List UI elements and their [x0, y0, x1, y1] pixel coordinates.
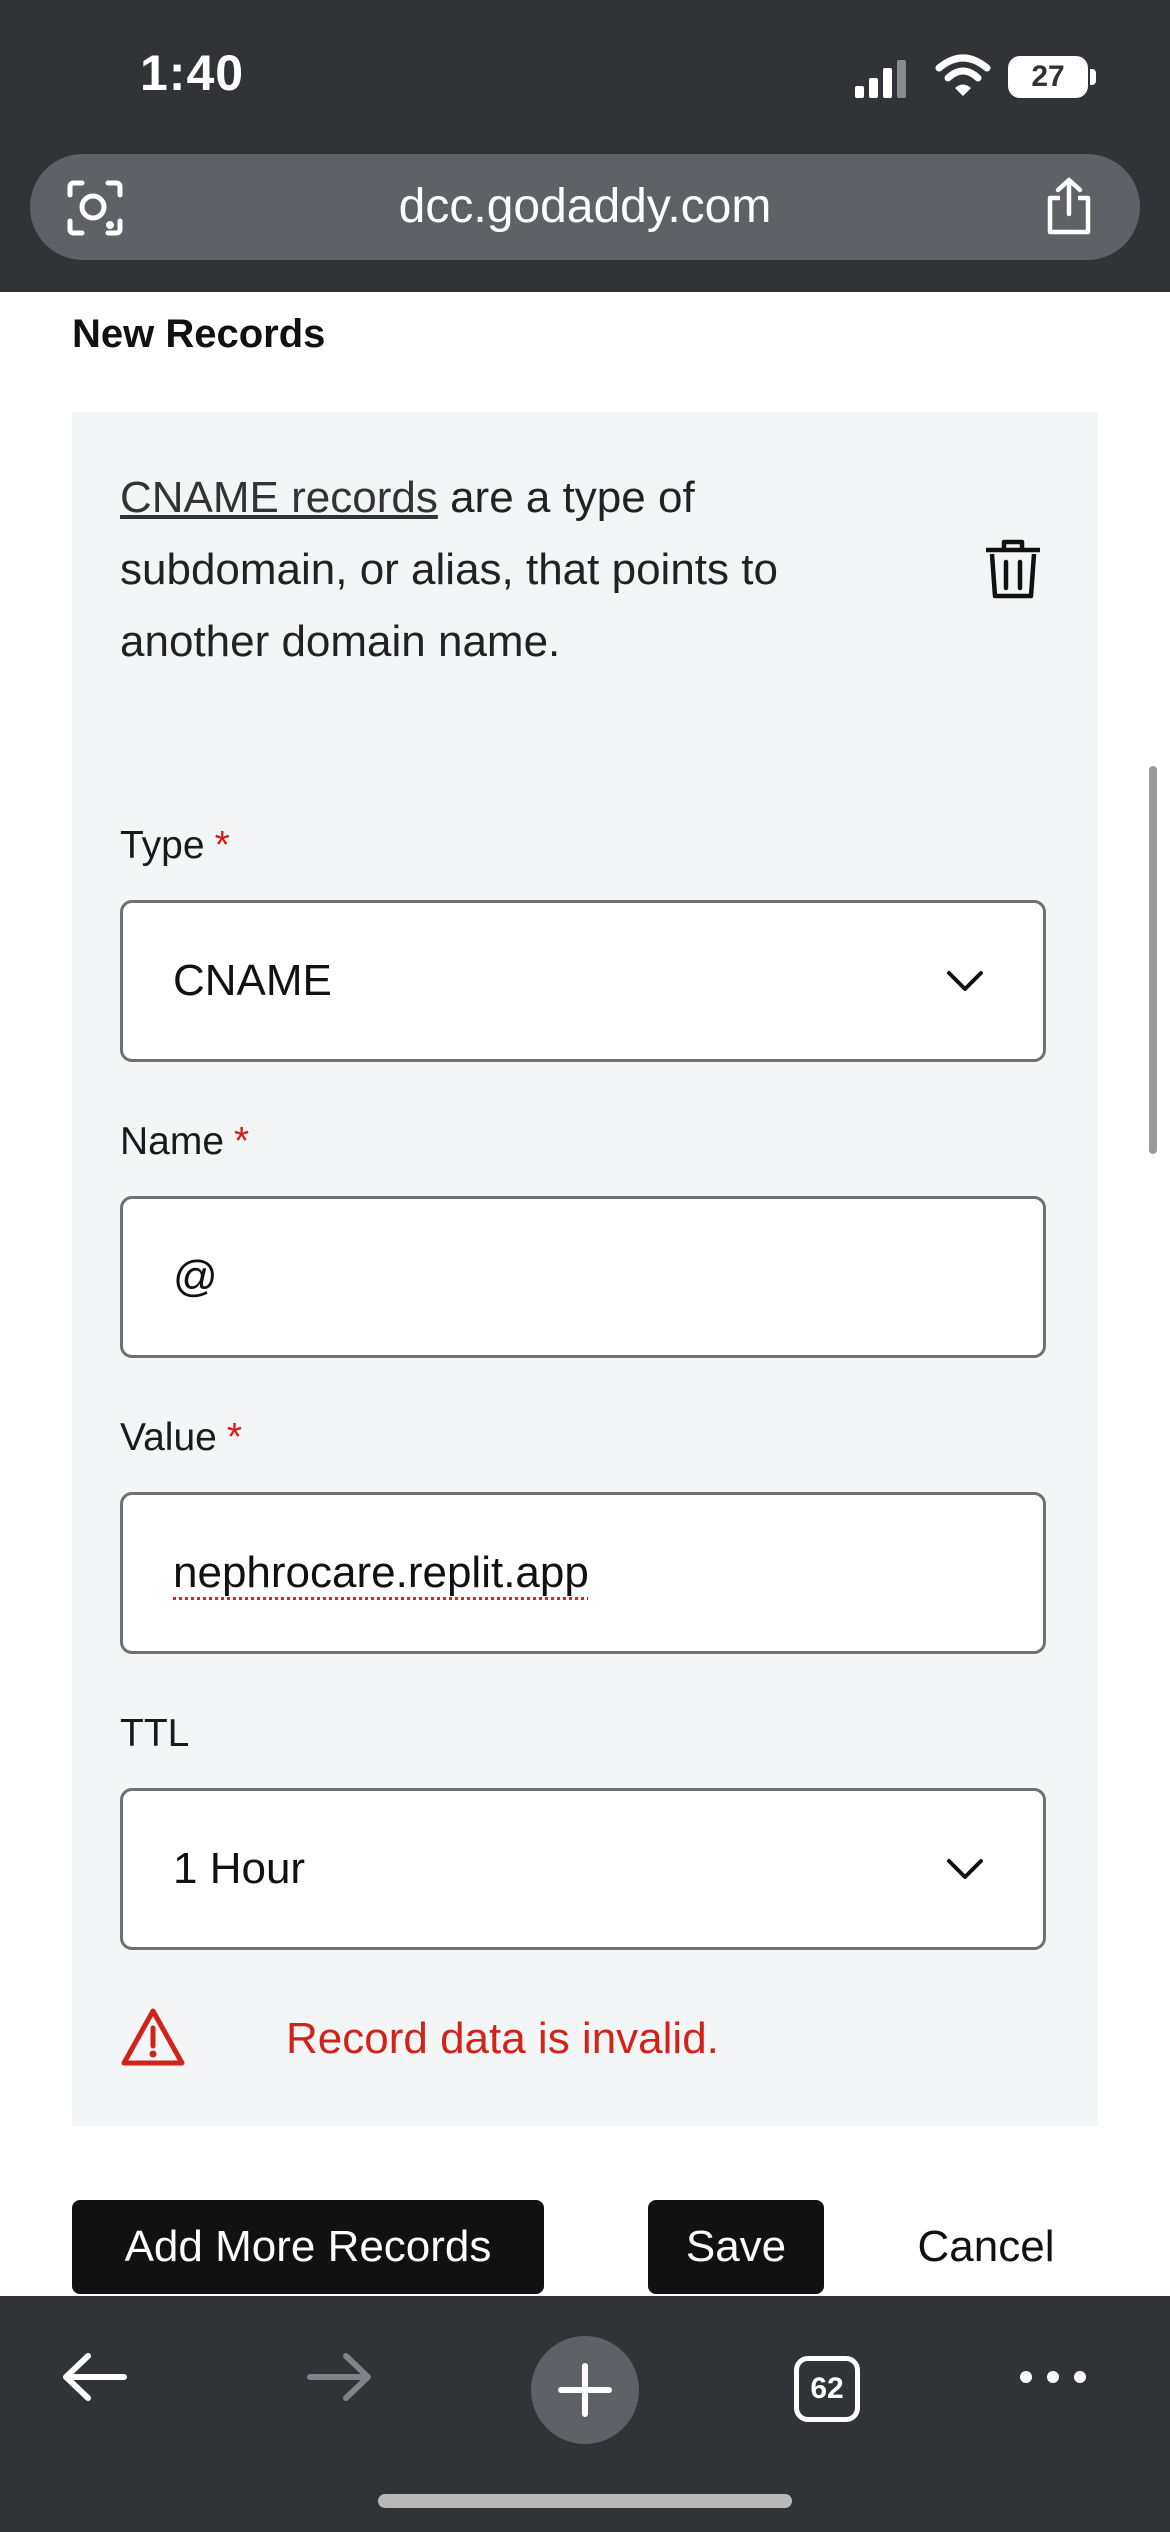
share-icon[interactable] [1040, 176, 1098, 238]
ttl-select[interactable]: 1 Hour [120, 1788, 1046, 1950]
battery-level: 27 [1008, 56, 1088, 98]
warning-icon [121, 2008, 185, 2066]
type-select[interactable]: CNAME [120, 900, 1046, 1062]
ttl-label: TTL [120, 1712, 190, 1755]
record-description: CNAME records are a type of subdomain, o… [120, 462, 920, 678]
cname-record-card: CNAME records are a type of subdomain, o… [72, 412, 1098, 2126]
status-time: 1:40 [140, 45, 245, 101]
url-text[interactable]: dcc.godaddy.com [30, 154, 1140, 260]
home-indicator [378, 2494, 792, 2508]
error-message: Record data is invalid. [286, 2014, 719, 2063]
back-arrow-icon[interactable] [58, 2340, 132, 2414]
error-row: Record data is invalid. [120, 2006, 1046, 2086]
plus-icon [558, 2363, 612, 2417]
browser-top-chrome: 1:40 27 dcc.godaddy.com [0, 0, 1170, 292]
required-marker: * [234, 1120, 250, 1163]
value-input-value: nephrocare.replit.app [173, 1548, 589, 1597]
cname-records-link[interactable]: CNAME records [120, 473, 438, 522]
chevron-down-icon [947, 971, 983, 991]
chevron-down-icon [947, 1859, 983, 1879]
address-bar[interactable]: dcc.godaddy.com [30, 154, 1140, 260]
type-label: Type * [120, 824, 230, 867]
add-more-records-button[interactable]: Add More Records [72, 2200, 544, 2294]
tabs-count-button[interactable]: 62 [794, 2356, 860, 2422]
value-input[interactable]: nephrocare.replit.app [120, 1492, 1046, 1654]
more-icon[interactable] [1016, 2340, 1090, 2414]
save-button[interactable]: Save [648, 2200, 824, 2294]
value-label: Value * [120, 1416, 243, 1459]
wifi-icon [935, 54, 991, 96]
section-title: New Records [72, 312, 326, 356]
ttl-select-value: 1 Hour [173, 1844, 306, 1893]
battery-tip [1090, 69, 1096, 85]
cancel-button[interactable]: Cancel [870, 2200, 1102, 2294]
type-select-value: CNAME [173, 956, 332, 1005]
required-marker: * [214, 824, 230, 867]
name-label: Name * [120, 1120, 250, 1163]
name-input[interactable]: @ [120, 1196, 1046, 1358]
cellular-signal-icon [855, 58, 915, 98]
required-marker: * [226, 1416, 243, 1459]
scrollbar[interactable] [1149, 766, 1157, 1154]
new-tab-button[interactable] [531, 2336, 639, 2444]
name-input-value: @ [173, 1252, 218, 1301]
trash-icon[interactable] [980, 536, 1046, 602]
forward-arrow-icon[interactable] [302, 2340, 376, 2414]
